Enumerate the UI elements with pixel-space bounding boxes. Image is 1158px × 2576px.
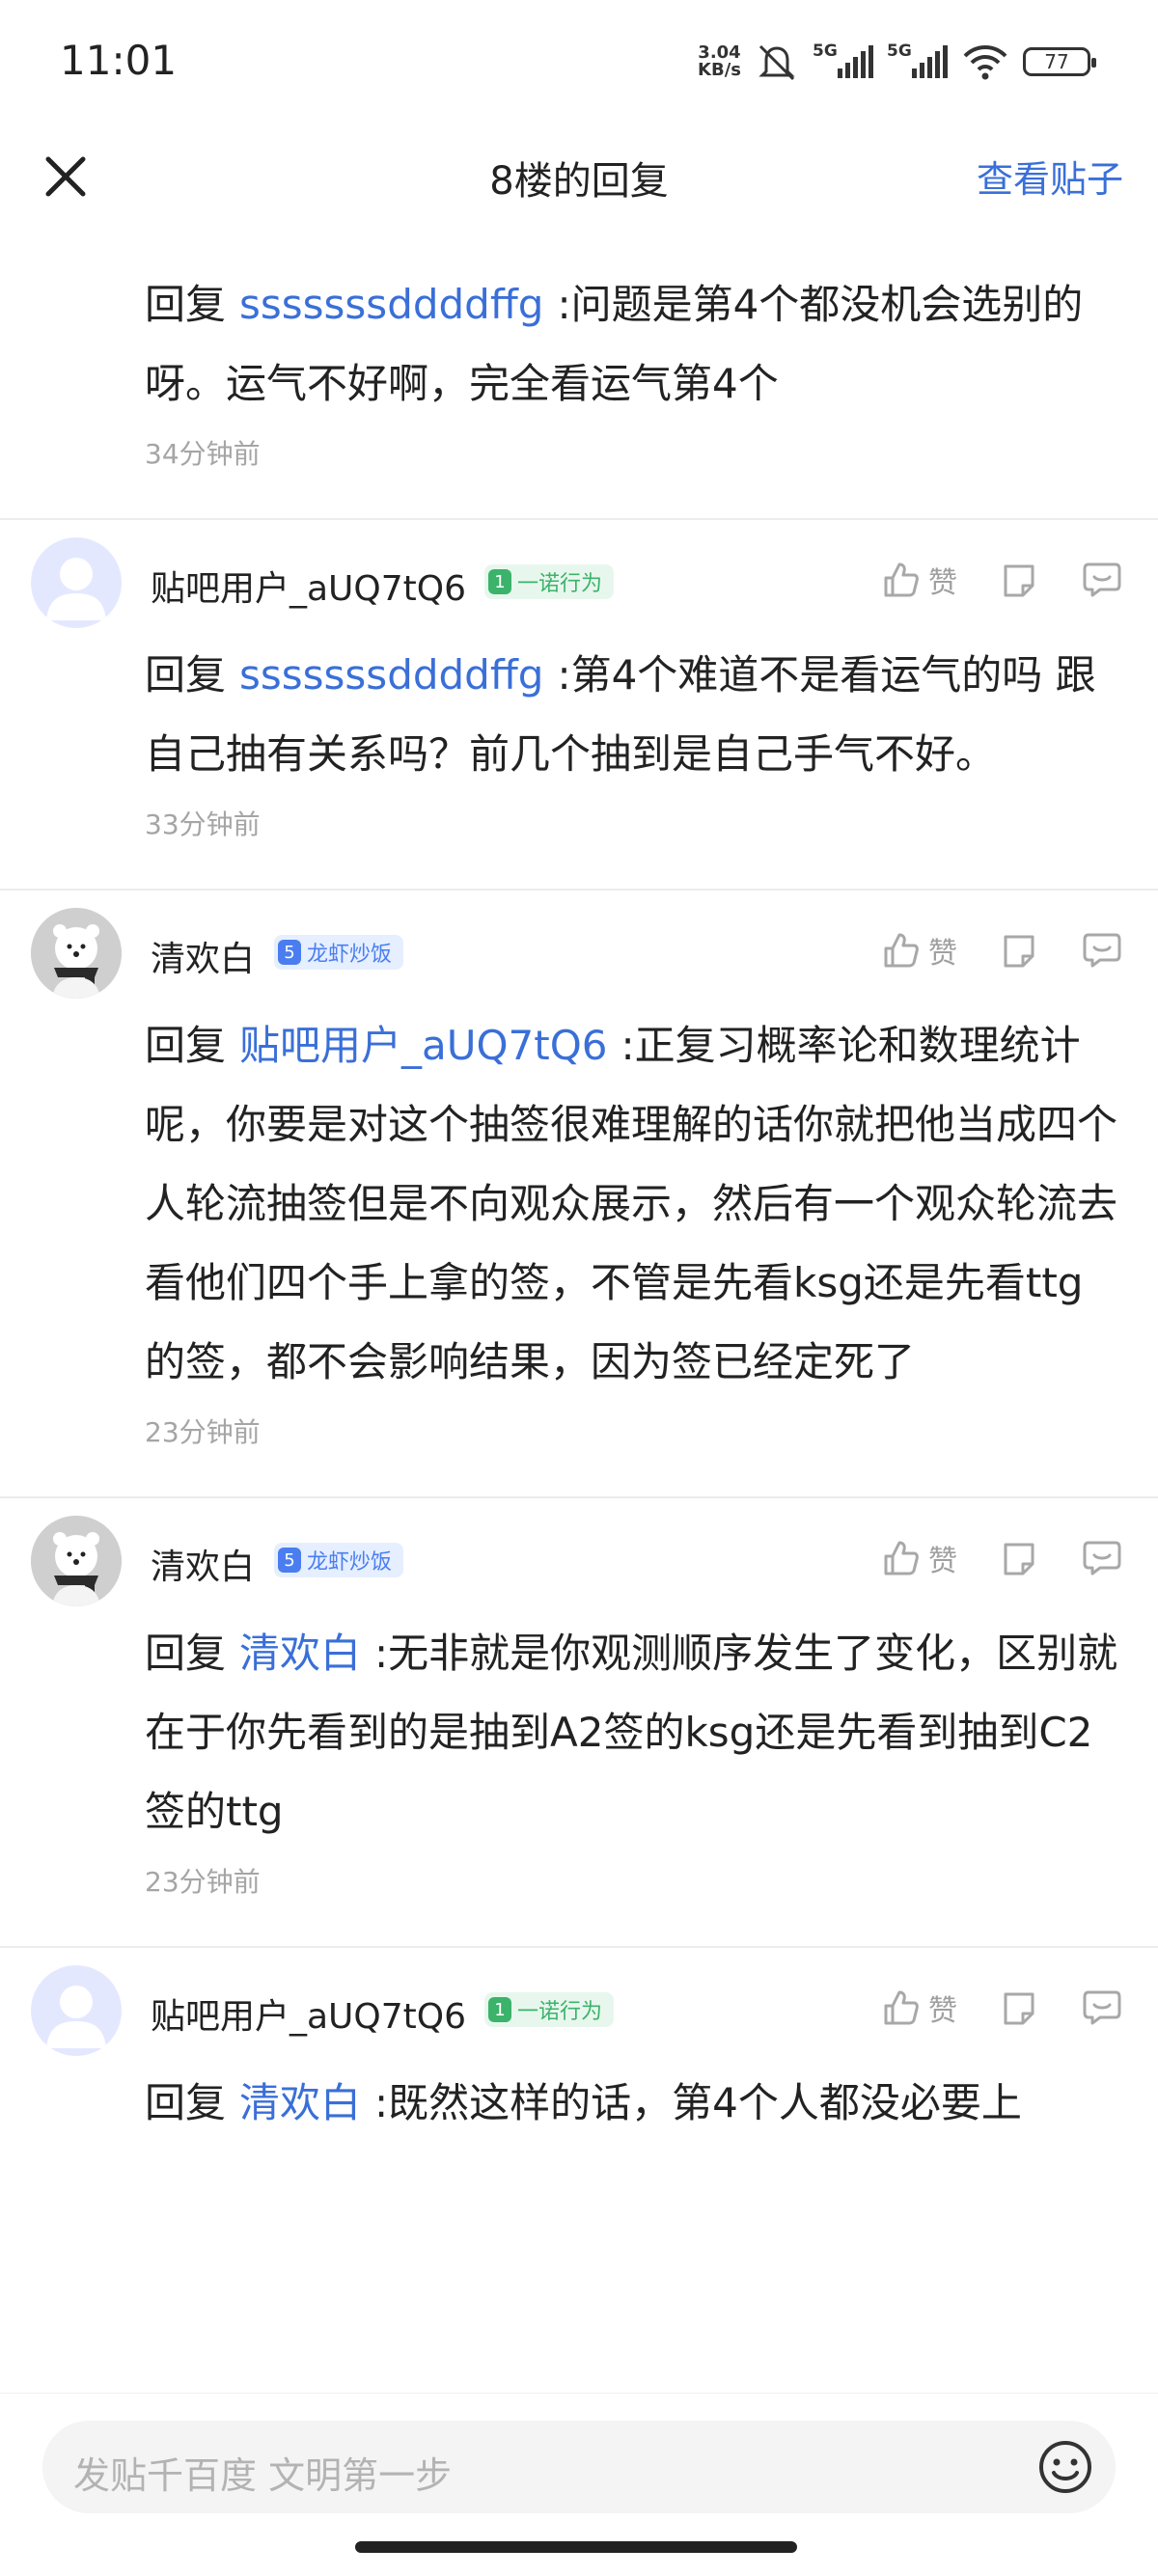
reply-content: 回复 贴吧用户_aUQ7tQ6:正复习概率论和数理统计呢，你要是对这个抽签很难理解… <box>145 1022 1118 1385</box>
mention-link[interactable]: 贴吧用户_aUQ7tQ6 <box>239 1022 608 1069</box>
reply-input-placeholder: 发贴千百度 文明第一步 <box>73 2454 453 2497</box>
reply-actions: 赞 <box>882 1537 1123 1579</box>
reply-header: 贴吧用户_aUQ7tQ6 1 一诺行为 赞 <box>31 1948 1123 2064</box>
share-icon[interactable] <box>1000 931 1038 970</box>
thumbs-up-icon <box>884 1541 919 1576</box>
mention-link[interactable]: sssssssddddffg <box>239 651 543 699</box>
thumbs-up-icon <box>884 933 919 968</box>
comment-icon[interactable] <box>1081 1988 1123 2027</box>
reply-input[interactable]: 发贴千百度 文明第一步 <box>42 2421 1116 2513</box>
username[interactable]: 贴吧用户_aUQ7tQ6 <box>151 561 466 611</box>
reply-item: 清欢白 5 龙虾炒饭 赞 回复 清欢白:无非就是你观测顺序发生了变化，区别就在于你… <box>0 1498 1158 1948</box>
comment-icon[interactable] <box>1081 561 1123 599</box>
reply-actions: 赞 <box>882 1987 1123 2029</box>
signal-icon-sim2: 5G <box>887 41 948 78</box>
reply-item: 清欢白 5 龙虾炒饭 赞 回复 贴吧用户_aUQ7tQ6:正复习概率论和数理统计呢… <box>0 891 1158 1498</box>
username[interactable]: 清欢白 <box>151 1539 255 1589</box>
snow-bear-avatar-icon <box>31 1516 122 1606</box>
avatar[interactable] <box>31 908 122 999</box>
reply-time: 23分钟前 <box>145 1416 261 1448</box>
member-badge: 5 龙虾炒饭 <box>274 1543 404 1577</box>
username[interactable]: 贴吧用户_aUQ7tQ6 <box>151 1988 466 2039</box>
reply-actions: 赞 <box>882 559 1123 601</box>
mute-icon <box>758 44 795 81</box>
reply-content: 回复 清欢白:既然这样的话，第4个人都没必要上 <box>145 2079 1022 2126</box>
comment-icon[interactable] <box>1081 931 1123 970</box>
signal-icon-sim1: 5G <box>813 41 873 78</box>
reply-content: 回复 sssssssddddffg:问题是第4个都没机会选别的呀。运气不好啊，完全… <box>145 281 1084 407</box>
default-avatar-icon <box>46 558 106 620</box>
reply-item: 回复 sssssssddddffg:问题是第4个都没机会选别的呀。运气不好啊，完全… <box>0 222 1158 520</box>
emoji-icon[interactable] <box>1036 2438 1094 2496</box>
reply-item: 贴吧用户_aUQ7tQ6 1 一诺行为 赞 回复 清欢白:既然这样的话，第4个人都… <box>0 1948 1158 2143</box>
member-badge: 1 一诺行为 <box>484 1992 615 2027</box>
like-button[interactable]: 赞 <box>882 1537 957 1579</box>
reply-header: 清欢白 5 龙虾炒饭 赞 <box>31 1498 1123 1614</box>
battery-icon: 77 <box>1023 47 1096 76</box>
status-time: 11:01 <box>60 37 178 84</box>
reply-list: 回复 sssssssddddffg:问题是第4个都没机会选别的呀。运气不好啊，完全… <box>0 222 1158 2393</box>
avatar[interactable] <box>31 1965 122 2056</box>
share-icon[interactable] <box>1000 1539 1038 1577</box>
home-indicator[interactable] <box>355 2541 797 2553</box>
thumbs-up-icon <box>884 562 919 597</box>
reply-time: 23分钟前 <box>145 1866 261 1898</box>
snow-bear-avatar-icon <box>31 908 122 999</box>
mention-link[interactable]: 清欢白 <box>239 2079 361 2126</box>
nav-bar: 8楼的回复 查看贴子 <box>0 130 1158 222</box>
reply-content: 回复 清欢白:无非就是你观测顺序发生了变化，区别就在于你先看到的是抽到A2签的ks… <box>145 1630 1118 1835</box>
like-button[interactable]: 赞 <box>882 559 957 601</box>
reply-time: 34分钟前 <box>145 438 261 470</box>
comment-icon[interactable] <box>1081 1539 1123 1577</box>
network-speed: 3.04 KB/s <box>698 42 741 80</box>
composer-bar: 发贴千百度 文明第一步 <box>0 2393 1158 2576</box>
member-badge: 5 龙虾炒饭 <box>274 935 404 970</box>
status-bar: 11:01 3.04 KB/s 5G 5G 77 <box>0 0 1158 125</box>
member-badge: 1 一诺行为 <box>484 564 615 599</box>
reply-header: 清欢白 5 龙虾炒饭 赞 <box>31 891 1123 1006</box>
default-avatar-icon <box>46 1986 106 2048</box>
share-icon[interactable] <box>1000 561 1038 599</box>
status-icons: 3.04 KB/s 5G 5G 77 <box>698 41 1096 81</box>
reply-item: 贴吧用户_aUQ7tQ6 1 一诺行为 赞 回复 sssssssddddffg:第… <box>0 520 1158 891</box>
like-button[interactable]: 赞 <box>882 1987 957 2029</box>
avatar[interactable] <box>31 1516 122 1606</box>
mention-link[interactable]: 清欢白 <box>239 1630 361 1677</box>
thumbs-up-icon <box>884 1990 919 2025</box>
username[interactable]: 清欢白 <box>151 931 255 981</box>
avatar[interactable] <box>31 537 122 628</box>
reply-time: 33分钟前 <box>145 808 261 840</box>
reply-content: 回复 sssssssddddffg:第4个难道不是看运气的吗 跟自己抽有关系吗？前… <box>145 651 1096 778</box>
wifi-icon <box>963 45 1007 80</box>
share-icon[interactable] <box>1000 1988 1038 2027</box>
reply-header: 贴吧用户_aUQ7tQ6 1 一诺行为 赞 <box>31 520 1123 636</box>
like-button[interactable]: 赞 <box>882 929 957 972</box>
view-post-link[interactable]: 查看贴子 <box>977 150 1123 203</box>
reply-actions: 赞 <box>882 929 1123 972</box>
mention-link[interactable]: sssssssddddffg <box>239 281 543 328</box>
